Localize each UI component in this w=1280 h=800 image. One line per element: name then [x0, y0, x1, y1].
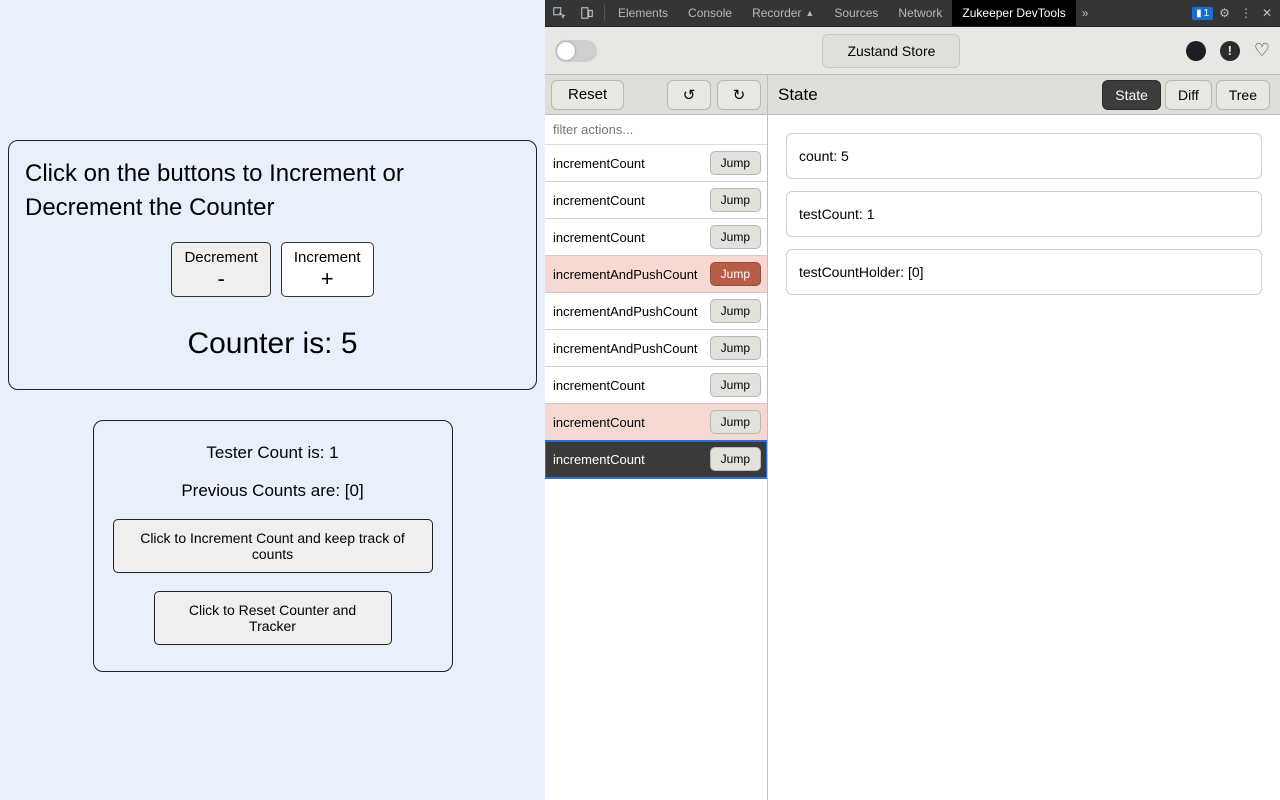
increment-button[interactable]: Increment + [281, 242, 374, 297]
action-name: incrementCount [553, 452, 645, 467]
action-list[interactable]: incrementCountJumpincrementCountJumpincr… [545, 145, 767, 800]
tab-elements[interactable]: Elements [608, 0, 678, 26]
jump-button[interactable]: Jump [710, 410, 761, 434]
devtools-pane: Elements Console Recorder ▲ Sources Netw… [545, 0, 1280, 800]
action-name: incrementAndPushCount [553, 341, 698, 356]
close-devtools-icon[interactable]: ✕ [1262, 6, 1272, 20]
action-row[interactable]: incrementCount Jump [545, 441, 767, 478]
state-column: State State Diff Tree count: 5 testCount:… [768, 75, 1280, 800]
tab-sources[interactable]: Sources [824, 0, 888, 26]
tester-count-text: Tester Count is: 1 [106, 443, 440, 463]
tab-recorder-label: Recorder [752, 6, 801, 20]
device-toolbar-icon[interactable] [573, 0, 601, 26]
state-entry: testCount: 1 [786, 191, 1262, 237]
actions-toolbar: Reset ↺ ↻ [545, 75, 767, 115]
github-icon[interactable] [1186, 41, 1206, 61]
action-name: incrementCount [553, 230, 645, 245]
action-row[interactable]: incrementCount Jump [545, 145, 767, 182]
reset-actions-button[interactable]: Reset [551, 80, 624, 110]
state-toolbar: State State Diff Tree [768, 75, 1280, 115]
devtools-body: Reset ↺ ↻ incrementCountJumpincrementCou… [545, 75, 1280, 800]
rotate-ccw-icon: ↺ [683, 86, 696, 104]
tab-zukeeper-devtools[interactable]: Zukeeper DevTools [952, 0, 1075, 26]
action-name: incrementCount [553, 378, 645, 393]
tab-recorder[interactable]: Recorder ▲ [742, 0, 824, 26]
kebab-menu-icon[interactable]: ⋮ [1240, 6, 1252, 20]
tester-card: Tester Count is: 1 Previous Counts are: … [93, 420, 453, 672]
app-pane: Click on the buttons to Increment or Dec… [0, 0, 545, 800]
action-name: incrementCount [553, 415, 645, 430]
counter-value: Counter is: 5 [25, 327, 520, 361]
action-row[interactable]: incrementAndPushCount Jump [545, 256, 767, 293]
decrement-label: Decrement [184, 249, 257, 266]
dark-mode-toggle[interactable] [555, 40, 597, 62]
segment-state[interactable]: State [1102, 80, 1161, 110]
action-row[interactable]: incrementCount Jump [545, 219, 767, 256]
increment-and-track-button[interactable]: Click to Increment Count and keep track … [113, 519, 433, 573]
view-segment-control: State Diff Tree [1102, 80, 1270, 110]
action-name: incrementCount [553, 193, 645, 208]
state-title: State [778, 85, 1102, 105]
increment-label: Increment [294, 249, 361, 266]
action-name: incrementAndPushCount [553, 304, 698, 319]
plus-icon: + [294, 268, 361, 290]
jump-button[interactable]: Jump [710, 151, 761, 175]
heart-icon[interactable]: ♡ [1254, 40, 1270, 61]
jump-button[interactable]: Jump [710, 262, 761, 286]
chat-icon: ▮ [1196, 8, 1202, 19]
rotate-cw-icon: ↻ [733, 86, 746, 104]
action-name: incrementCount [553, 156, 645, 171]
counter-card: Click on the buttons to Increment or Dec… [8, 140, 537, 390]
previous-counts-text: Previous Counts are: [0] [106, 481, 440, 501]
errors-badge[interactable]: ▮ 1 [1192, 7, 1213, 20]
counter-button-row: Decrement - Increment + [25, 242, 520, 297]
minus-icon: - [184, 268, 257, 290]
counter-heading: Click on the buttons to Increment or Dec… [25, 157, 520, 224]
filter-actions-input[interactable] [545, 115, 767, 145]
action-row[interactable]: incrementCount Jump [545, 404, 767, 441]
jump-button[interactable]: Jump [710, 336, 761, 360]
action-row[interactable]: incrementCount Jump [545, 182, 767, 219]
segment-diff[interactable]: Diff [1165, 80, 1212, 110]
reset-tracker-button[interactable]: Click to Reset Counter and Tracker [154, 591, 392, 645]
jump-button[interactable]: Jump [710, 188, 761, 212]
tab-network[interactable]: Network [888, 0, 952, 26]
jump-button[interactable]: Jump [710, 225, 761, 249]
action-row[interactable]: incrementAndPushCount Jump [545, 293, 767, 330]
extension-toolbar: Zustand Store ! ♡ [545, 27, 1280, 75]
action-row[interactable]: incrementAndPushCount Jump [545, 330, 767, 367]
action-name: incrementAndPushCount [553, 267, 698, 282]
tabbar-separator [604, 5, 605, 21]
segment-tree[interactable]: Tree [1216, 80, 1270, 110]
actions-column: Reset ↺ ↻ incrementCountJumpincrementCou… [545, 75, 768, 800]
step-forward-button[interactable]: ↻ [717, 80, 761, 110]
state-body: count: 5 testCount: 1 testCountHolder: [0] [768, 115, 1280, 313]
tabs-overflow-icon[interactable]: » [1076, 0, 1095, 26]
jump-button[interactable]: Jump [710, 299, 761, 323]
tab-console[interactable]: Console [678, 0, 742, 26]
step-back-button[interactable]: ↺ [667, 80, 711, 110]
decrement-button[interactable]: Decrement - [171, 242, 270, 297]
flask-icon: ▲ [805, 8, 814, 18]
errors-count: 1 [1204, 8, 1210, 19]
action-row[interactable]: incrementCount Jump [545, 367, 767, 404]
devtools-tabbar: Elements Console Recorder ▲ Sources Netw… [545, 0, 1280, 27]
state-entry: count: 5 [786, 133, 1262, 179]
settings-gear-icon[interactable]: ⚙ [1219, 6, 1230, 20]
jump-button[interactable]: Jump [710, 447, 761, 471]
state-entry: testCountHolder: [0] [786, 249, 1262, 295]
inspect-element-icon[interactable] [545, 0, 573, 26]
jump-button[interactable]: Jump [710, 373, 761, 397]
store-selector-button[interactable]: Zustand Store [822, 34, 960, 68]
alert-icon[interactable]: ! [1220, 41, 1240, 61]
